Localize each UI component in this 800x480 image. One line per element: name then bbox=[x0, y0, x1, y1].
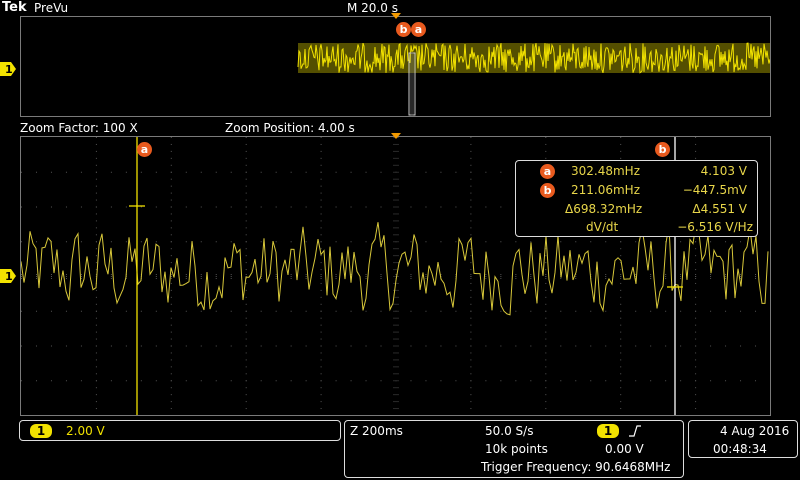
time: 00:48:34 bbox=[713, 442, 767, 456]
delta-frequency: Δ698.32mHz bbox=[565, 202, 643, 216]
trigger-source-badge: 1 bbox=[597, 424, 619, 438]
acquisition-mode: PreVu bbox=[34, 1, 69, 15]
overview-channel-1-marker[interactable]: 1 bbox=[0, 62, 17, 77]
acquisition-box[interactable]: Z 200ms 50.0 S/s 10k points 1 0.00 V Tri… bbox=[344, 420, 684, 478]
zoom-trigger-marker[interactable] bbox=[391, 133, 403, 141]
cursor-b-frequency: 211.06mHz bbox=[571, 183, 640, 197]
slope-value: −6.516 V/Hz bbox=[677, 220, 753, 234]
rising-edge-icon bbox=[629, 425, 641, 437]
datetime-box: 4 Aug 2016 00:48:34 bbox=[688, 420, 798, 458]
delta-voltage: Δ4.551 V bbox=[692, 202, 747, 216]
cursor-a-badge[interactable]: a bbox=[137, 142, 152, 157]
cursor-readout-panel: a 302.48mHz 4.103 V b 211.06mHz −447.5mV… bbox=[515, 160, 758, 237]
readout-cursor-b-badge: b bbox=[540, 183, 555, 198]
trigger-level: 0.00 V bbox=[605, 442, 644, 456]
overview-cursor-b-badge[interactable]: b bbox=[396, 22, 411, 37]
channel-1-scale-box[interactable]: 1 2.00 V bbox=[19, 420, 341, 441]
overview-waveform bbox=[297, 42, 770, 74]
cursor-a-voltage: 4.103 V bbox=[700, 164, 747, 178]
channel-1-marker-number: 1 bbox=[5, 270, 13, 283]
cursor-b-voltage: −447.5mV bbox=[682, 183, 747, 197]
channel-1-scale: 2.00 V bbox=[66, 424, 105, 438]
channel-1-badge: 1 bbox=[30, 424, 52, 438]
readout-cursor-a-badge: a bbox=[540, 164, 555, 179]
trigger-frequency: Trigger Frequency: 90.6468MHz bbox=[481, 460, 671, 474]
overview-cursor-a-badge[interactable]: a bbox=[411, 22, 426, 37]
cursor-b-badge[interactable]: b bbox=[655, 142, 670, 157]
trigger-position-marker[interactable] bbox=[391, 13, 403, 21]
record-length: 10k points bbox=[485, 442, 548, 456]
overview-channel-1-number: 1 bbox=[5, 63, 13, 76]
slope-label: dV/dt bbox=[586, 220, 619, 234]
sample-rate: 50.0 S/s bbox=[485, 424, 534, 438]
zoom-position-label: Zoom Position: 4.00 s bbox=[225, 121, 355, 135]
zoom-timebase: Z 200ms bbox=[350, 424, 403, 438]
channel-1-ground-marker[interactable]: 1 bbox=[0, 269, 17, 284]
date: 4 Aug 2016 bbox=[720, 424, 790, 438]
zoom-factor-label: Zoom Factor: 100 X bbox=[20, 121, 138, 135]
brand-logo: Tek bbox=[2, 0, 27, 15]
cursor-a-frequency: 302.48mHz bbox=[571, 164, 640, 178]
